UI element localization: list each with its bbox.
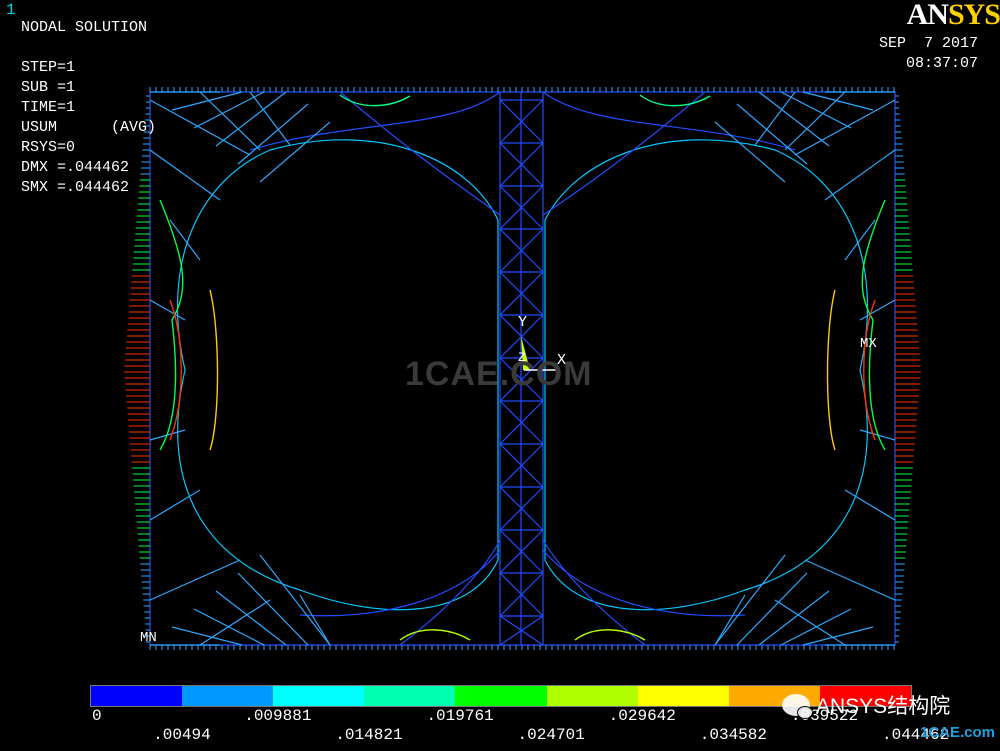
mesh-edge [171,91,243,111]
mesh-edge [804,559,896,601]
info-line: TIME=1 [21,99,76,116]
logo-text-part2: SYS [947,0,1000,31]
mesh-edge [199,599,271,646]
info-line: STEP=1 [21,59,76,76]
mesh-edge [824,149,896,201]
legend-tick-label: .029642 [608,707,676,725]
legend-swatch [455,686,547,706]
legend-swatch [637,686,729,706]
site-badge: 1CAE.com [920,724,996,741]
legend-tick-label: .024701 [517,726,585,744]
legend-tick-label: .009881 [244,707,312,725]
legend-tick-label: .014821 [335,726,403,744]
right-hole [544,139,868,611]
legend-swatch [546,686,638,706]
mesh-edge [237,103,309,165]
mesh-edge [794,99,896,156]
mesh-edge [802,91,874,111]
info-line: NODAL SOLUTION [21,19,148,36]
info-line: USUM (AVG) [21,119,157,136]
ansys-logo: ANSYS [907,0,1000,32]
mesh-edge [736,572,808,646]
mesh-edge [780,608,852,646]
mesh-edge [193,91,265,129]
mesh-edge [299,594,331,646]
legend-tick-label: .034582 [699,726,767,744]
mesh-edge [171,626,243,646]
mesh-edge [714,121,786,183]
contour-left-inner [209,289,219,451]
mesh-edge [714,594,746,646]
legend-swatch [364,686,456,706]
mesh-edge [802,626,874,646]
mesh-edge [780,91,852,129]
mesh-edge [193,608,265,646]
date-label: SEP 7 2017 [878,35,978,52]
wechat-badge-text: ANSYS结构院 [816,695,951,718]
info-line: RSYS=0 [21,139,76,156]
time-label: 08:37:07 [905,55,978,72]
mesh-edge [215,590,287,646]
mesh-edge [149,559,241,601]
legend-tick-label: .019761 [426,707,494,725]
contour-left-outer [159,199,184,451]
mesh-edge [758,590,830,646]
triad-y-label: Y [518,314,528,331]
legend-swatch [273,686,365,706]
contour-right-inner [826,289,836,451]
legend-swatch [182,686,274,706]
info-line: SMX =.044462 [21,179,130,196]
wechat-icon [782,694,813,719]
info-line: DMX =.044462 [21,159,130,176]
max-marker: MX [860,336,877,352]
mesh-edge [237,572,309,646]
mesh-edge [758,91,830,147]
window-number: 1 [6,1,16,19]
wechat-badge: ANSYS结构院 [782,690,950,720]
legend-tick-label: .00494 [153,726,211,744]
mesh-edge [774,599,846,646]
legend-tick-label: 0 [92,707,102,725]
logo-text-part1: AN [906,0,949,31]
mesh-edge [259,121,331,183]
top-fan [249,91,796,216]
min-marker: MN [140,630,157,646]
mesh-edge [149,99,251,156]
contour-right-outer [861,199,886,451]
mesh-edge [736,103,808,165]
watermark: 1CAE.COM [405,355,593,393]
info-line: SUB =1 [21,79,76,96]
legend-swatch [91,686,183,706]
mesh-edge [149,149,221,201]
mesh-edge [215,91,287,147]
